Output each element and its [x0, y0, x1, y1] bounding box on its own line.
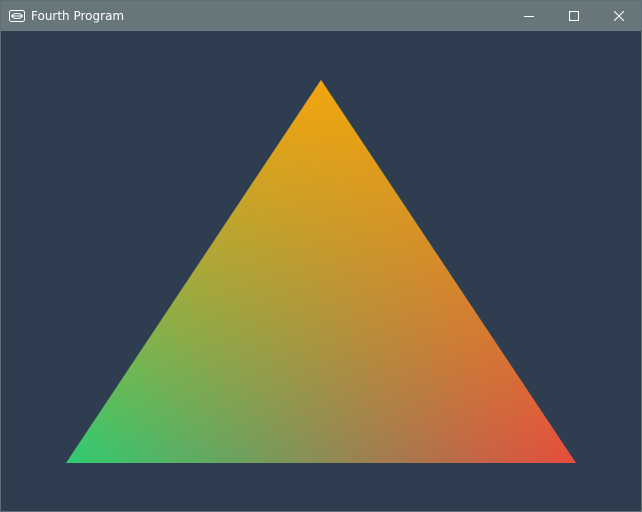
maximize-button[interactable] [551, 1, 596, 31]
caption-buttons [506, 1, 641, 31]
app-window: Fourth Program [0, 0, 642, 512]
triangle-canvas [66, 80, 576, 463]
close-icon [613, 11, 624, 21]
window-title: Fourth Program [31, 9, 125, 23]
gradient-triangle-top-blend [66, 80, 576, 463]
title-bar[interactable]: Fourth Program [1, 1, 641, 31]
close-button[interactable] [596, 1, 641, 31]
minimize-button[interactable] [506, 1, 551, 31]
maximize-icon [568, 11, 579, 21]
render-viewport[interactable] [1, 31, 641, 511]
minimize-icon [523, 16, 534, 17]
app-icon [9, 10, 25, 22]
